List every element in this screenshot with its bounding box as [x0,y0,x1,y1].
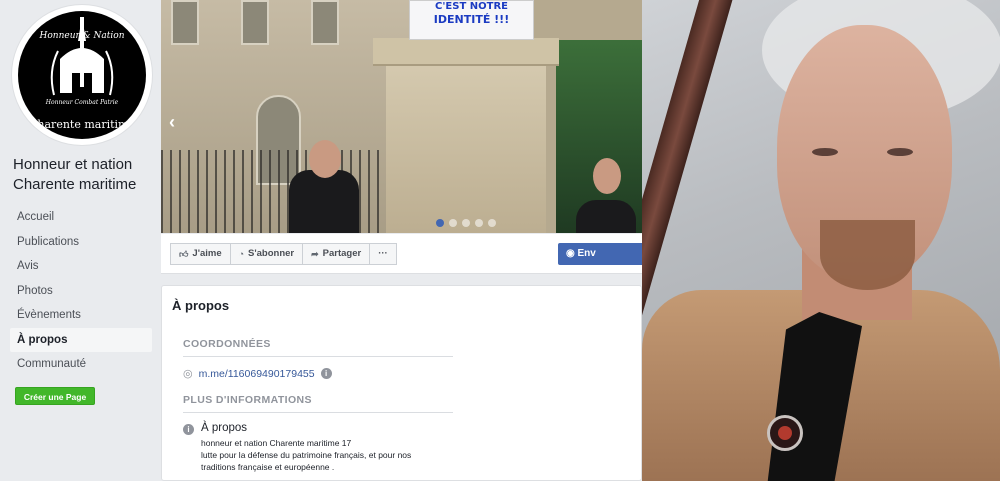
person-right-head [593,158,621,194]
sidebar-item-publications[interactable]: Publications [10,230,152,255]
logo-bottom-text: Charente maritime [29,118,135,131]
messenger-link[interactable]: m.me/116069490179455 [199,368,315,380]
more-options-button[interactable]: ··· [369,243,397,265]
cover-photo[interactable]: C'EST NOTRE IDENTITÉ !!! ‹ [161,0,642,233]
profile-picture[interactable]: Honneur & Nation Honneur Combat Patrie C… [12,5,152,145]
like-label: J'aime [192,248,222,259]
sidebar-item-photos[interactable]: Photos [10,279,152,304]
rss-icon: ◔ [238,249,245,259]
building-window [171,0,199,45]
about-info-title: À propos [201,422,248,434]
tie-badge [767,415,803,451]
thumbs-up-icon: 👍︎ [179,249,189,259]
monument-cap [373,38,559,66]
logo-top-text: Honneur & Nation [39,31,125,41]
page-title[interactable]: Honneur et nation Charente maritime [13,155,158,195]
slide-indicator [436,219,496,227]
page-sidebar: Honneur & Nation Honneur Combat Patrie C… [0,0,160,481]
more-info-heading: PLUS D'INFORMATIONS [183,394,453,413]
person-right [576,200,636,233]
messenger-icon: ◎ [183,368,193,380]
sidebar-item-communaute[interactable]: Communauté [10,352,152,377]
slide-dot[interactable] [475,219,483,227]
send-message-label: Env [577,248,596,259]
slide-dot[interactable] [488,219,496,227]
building-window [241,0,269,45]
sidebar-item-avis[interactable]: Avis [10,254,152,279]
cover-sign: C'EST NOTRE IDENTITÉ !!! [409,0,534,40]
create-page-button[interactable]: Créer une Page [15,387,95,405]
person-left-head [309,140,341,178]
cover-monument [386,40,546,233]
action-buttons: 👍︎ J'aime ◔ S'abonner ➦ Partager ··· [170,243,397,265]
slide-dot[interactable] [449,219,457,227]
sidebar-item-evenements[interactable]: Évènements [10,303,152,328]
chevron-left-icon[interactable]: ‹ [169,112,175,133]
left-eye [812,148,838,156]
sign-line-1: C'EST NOTRE [435,1,508,12]
building-window [311,0,339,45]
sidebar-nav: Accueil Publications Avis Photos Évèneme… [10,205,152,377]
facebook-page-panel: Honneur & Nation Honneur Combat Patrie C… [0,0,642,481]
page-action-bar: 👍︎ J'aime ◔ S'abonner ➦ Partager ··· ◉ Env [161,234,642,274]
selfie-photo [642,0,1000,481]
logo-motto-text: Honneur Combat Patrie [45,99,119,106]
sign-line-2: IDENTITÉ !!! [433,13,510,26]
right-eye [887,148,913,156]
messenger-icon: ◉ [566,248,575,259]
sidebar-item-a-propos[interactable]: À propos [10,327,152,352]
sidebar-item-accueil[interactable]: Accueil [10,205,152,230]
person-left [289,170,359,233]
about-info-line: traditions française et européenne . [201,462,335,472]
send-message-button[interactable]: ◉ Env [558,243,642,265]
beard [820,220,915,290]
messenger-row: ◎ m.me/116069490179455 i [183,367,332,380]
share-button[interactable]: ➦ Partager [302,243,371,265]
subscribe-label: S'abonner [248,248,295,259]
share-arrow-icon: ➦ [311,249,319,259]
screenshot-root: Honneur & Nation Honneur Combat Patrie C… [0,0,1000,481]
profile-logo: Honneur & Nation Honneur Combat Patrie C… [18,11,146,139]
info-icon[interactable]: i [320,368,332,379]
about-card: À propos COORDONNÉES ◎ m.me/116069490179… [161,285,642,481]
info-icon: i [183,424,194,435]
slide-dot[interactable] [462,219,470,227]
about-info-line: honneur et nation Charente maritime 17 [201,438,352,448]
about-info-line: lutte pour la défense du patrimoine fran… [201,450,412,460]
like-button[interactable]: 👍︎ J'aime [170,243,231,265]
slide-dot[interactable] [436,219,444,227]
share-label: Partager [322,248,362,259]
about-title: À propos [172,298,230,313]
subscribe-button[interactable]: ◔ S'abonner [229,243,304,265]
contact-heading: COORDONNÉES [183,338,453,357]
